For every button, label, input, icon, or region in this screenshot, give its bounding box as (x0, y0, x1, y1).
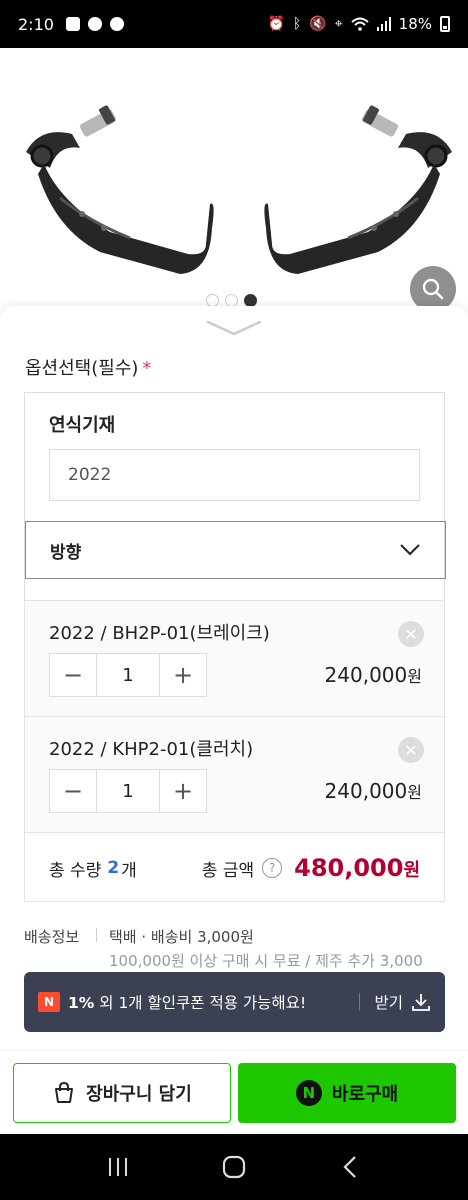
remove-item-button[interactable]: ✕ (398, 621, 424, 647)
battery-percent: 18% (398, 15, 432, 33)
coupon-banner[interactable]: N 1% 외 1개 할인쿠폰 적용 가능해요! 받기 (24, 972, 445, 1032)
price-currency: 원 (407, 783, 422, 802)
price-value: 240,000 (324, 663, 408, 687)
bluetooth-icon: ᛒ (292, 16, 302, 32)
purchase-action-bar: 장바구니 담기 N 바로구매 (0, 1050, 468, 1134)
buy-label: 바로구매 (331, 1084, 399, 1105)
option-sheet: 옵션선택(필수) * 연식기재 2022 방향 2022 / BH2P-01(브레… (0, 306, 468, 1134)
help-icon[interactable]: ? (262, 858, 283, 878)
increase-button[interactable]: + (160, 654, 206, 696)
battery-icon (440, 16, 450, 32)
total-amount-label: 총 금액 (201, 860, 255, 881)
decrease-button[interactable]: − (50, 654, 96, 696)
talk-icon (65, 17, 80, 31)
signal-icon (376, 17, 391, 31)
close-icon: ✕ (404, 624, 418, 644)
total-row: 총 수량 2 개 총 금액 ? 480,000원 (25, 835, 444, 901)
selected-item: 2022 / KHP2-01(클러치) ✕ − 1 + 240,000원 (25, 717, 444, 833)
total-qty-value: 2 (107, 858, 120, 878)
back-button[interactable] (330, 1147, 370, 1187)
selected-item-name: 2022 / BH2P-01(브레이크) (49, 623, 270, 644)
selected-item-name: 2022 / KHP2-01(클러치) (49, 739, 254, 760)
coupon-text: 1% 외 1개 할인쿠폰 적용 가능해요! (68, 991, 306, 1013)
alarm-icon: ⏰ (267, 16, 285, 32)
increase-button[interactable]: + (160, 770, 206, 812)
download-icon (412, 994, 430, 1011)
selected-item-price: 240,000원 (325, 779, 422, 803)
npay-icon: N (295, 1080, 322, 1106)
add-to-cart-button[interactable]: 장바구니 담기 (13, 1063, 231, 1123)
quantity-value[interactable]: 1 (96, 770, 160, 812)
location-icon: ⌖ (334, 16, 343, 32)
chevron-down-icon (400, 544, 420, 556)
total-qty-unit: 개 (121, 860, 137, 881)
option-title: 옵션선택(필수) * (25, 354, 151, 380)
close-icon: ✕ (404, 740, 418, 760)
home-button[interactable] (214, 1147, 254, 1187)
home-icon (222, 1155, 246, 1179)
naver-badge-icon: N (38, 992, 60, 1012)
total-amount-value: 480,000 (294, 854, 404, 882)
year-input[interactable]: 2022 (49, 449, 420, 501)
option-title-text: 옵션선택(필수) (25, 358, 139, 379)
recent-apps-icon (109, 1158, 127, 1176)
year-label: 연식기재 (49, 415, 116, 436)
search-icon (422, 278, 444, 300)
coupon-download-button[interactable]: 받기 (374, 991, 431, 1013)
status-bar: 2:10 ⏰ ᛒ 🔇 ⌖ 18% (0, 0, 468, 48)
direction-select[interactable]: 방향 (25, 521, 446, 579)
quantity-stepper: − 1 + (49, 769, 207, 813)
selected-options-list: 2022 / BH2P-01(브레이크) ✕ − 1 + 240,000원 20… (24, 600, 445, 902)
shipping-divider (96, 928, 97, 942)
selected-item: 2022 / BH2P-01(브레이크) ✕ − 1 + 240,000원 (25, 601, 444, 717)
shipping-label: 배송정보 (24, 928, 80, 946)
back-icon (343, 1156, 356, 1178)
total-qty-label: 총 수량 (49, 860, 102, 881)
product-gallery[interactable] (0, 48, 468, 310)
total-amount: 480,000원 (294, 854, 420, 882)
quantity-stepper: − 1 + (49, 653, 207, 697)
required-mark: * (142, 358, 152, 379)
sheet-collapse-chevron-icon[interactable] (204, 318, 264, 338)
cart-label: 장바구니 담기 (86, 1084, 192, 1105)
wifi-icon (350, 17, 369, 31)
total-amount-currency: 원 (403, 860, 420, 881)
shipping-value: 택배 · 배송비 3,000원 (109, 928, 254, 946)
coupon-get-label: 받기 (374, 994, 403, 1012)
coupon-percent: 1% (68, 994, 95, 1012)
app-icon (109, 17, 124, 31)
shipping-note: 100,000원 이상 구매 시 무료 / 제주 추가 3,000 (109, 952, 423, 970)
status-time: 2:10 (18, 14, 54, 34)
product-image-left-lever (26, 105, 214, 274)
coupon-divider (359, 993, 361, 1011)
zoom-button[interactable] (410, 266, 456, 310)
direction-label: 방향 (50, 542, 82, 563)
quantity-value[interactable]: 1 (96, 654, 160, 696)
decrease-button[interactable]: − (50, 770, 96, 812)
mute-icon: 🔇 (309, 16, 327, 32)
system-nav-bar (0, 1134, 468, 1200)
price-currency: 원 (407, 667, 422, 686)
chrome-icon (87, 17, 102, 31)
buy-now-button[interactable]: N 바로구매 (238, 1063, 456, 1123)
coupon-message: 외 1개 할인쿠폰 적용 가능해요! (94, 994, 307, 1012)
remove-item-button[interactable]: ✕ (398, 737, 424, 763)
shopping-bag-icon (55, 1081, 74, 1103)
recent-apps-button[interactable] (98, 1147, 138, 1187)
price-value: 240,000 (324, 779, 408, 803)
selected-item-price: 240,000원 (325, 663, 422, 687)
year-input-value: 2022 (68, 465, 112, 485)
